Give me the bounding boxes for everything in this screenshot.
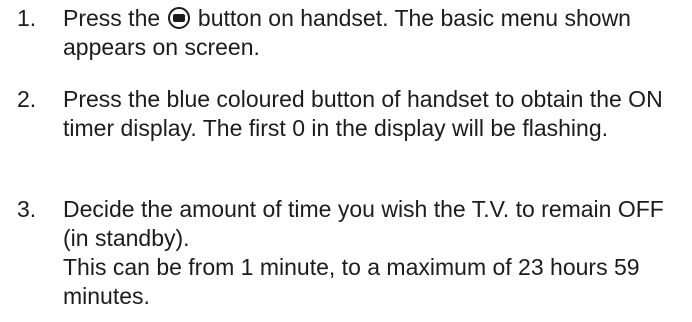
instruction-steps: 1. Press the button on handset. The basi… — [0, 4, 692, 315]
step-number: 1. — [17, 5, 37, 31]
step-3: 3. Decide the amount of time you wish th… — [0, 195, 692, 315]
step-2: 2. Press the blue coloured button of han… — [0, 85, 692, 195]
step-text: Press the button on handset. The basic m… — [63, 4, 688, 62]
step-text: Press the blue coloured button of handse… — [63, 86, 663, 141]
step-number: 2. — [17, 86, 37, 112]
step-number: 3. — [17, 196, 37, 222]
step-1: 1. Press the button on handset. The basi… — [0, 4, 692, 85]
menu-button-icon — [167, 7, 190, 29]
step-text: Decide the amount of time you wish the T… — [63, 195, 688, 311]
step-1-text-before-icon: Press the — [63, 5, 161, 31]
step-3-line-1: Decide the amount of time you wish the T… — [63, 196, 664, 251]
step-3-line-2: This can be from 1 minute, to a maximum … — [63, 254, 640, 309]
